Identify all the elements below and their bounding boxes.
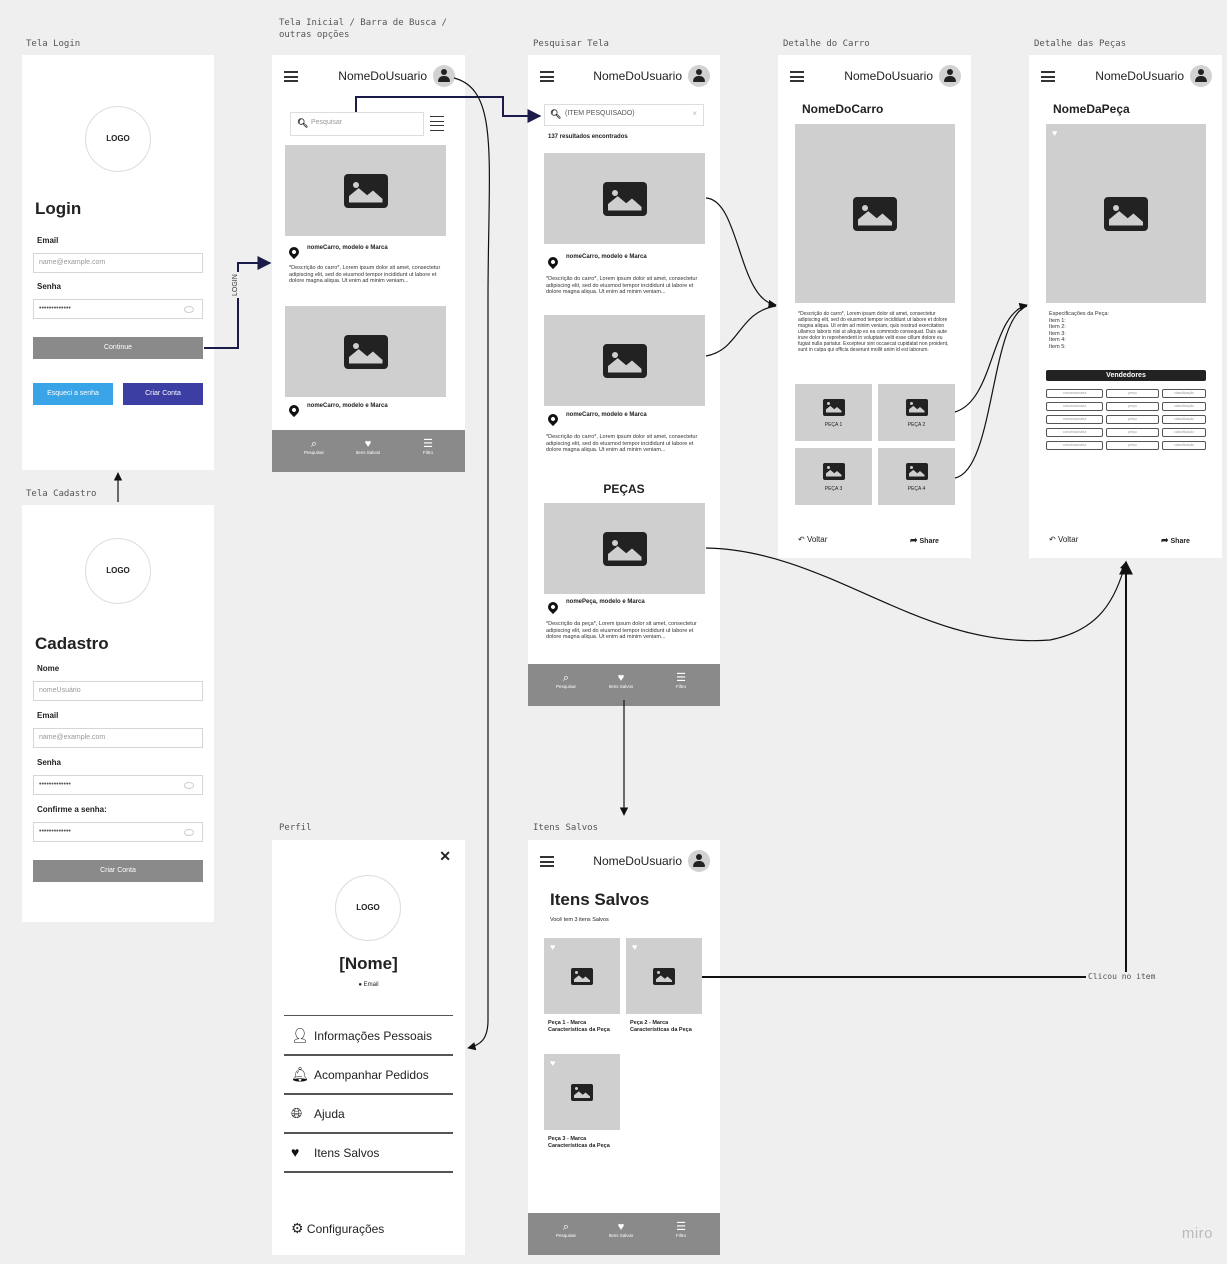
connector-home-search	[355, 96, 542, 123]
flow-connectors	[113, 77, 1133, 1051]
connector-search-car-2	[705, 305, 777, 357]
miro-board: Tela Login Tela Inicial / Barra de Busca…	[0, 0, 1227, 1264]
connector-avatar-perfil	[453, 77, 491, 1051]
connector-search-car-1	[705, 197, 777, 309]
miro-watermark: miro	[1181, 1225, 1213, 1242]
connector-searchpart-part	[705, 547, 1128, 642]
connector-label-login: LOGIN	[232, 272, 239, 298]
connector-car-part-2	[954, 305, 1028, 479]
connector-saved-part	[702, 560, 1133, 978]
connector-label-clicked: Clicou no item	[1086, 972, 1158, 981]
